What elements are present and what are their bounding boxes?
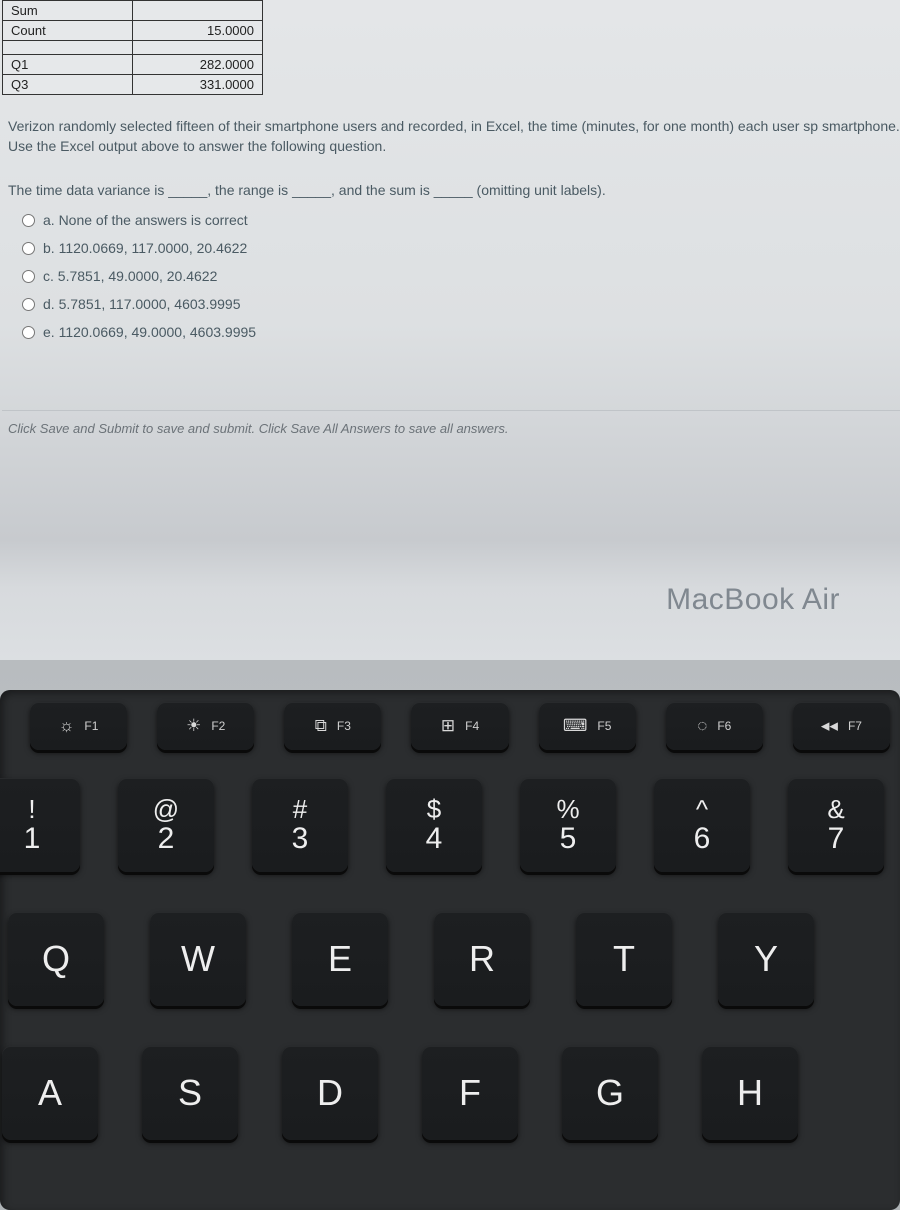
key-f1[interactable]: ☼ F1 xyxy=(30,702,127,750)
q3-label: Q3 xyxy=(3,75,133,95)
q1-value: 282.0000 xyxy=(133,55,263,75)
key-2[interactable]: @ 2 xyxy=(118,778,214,872)
key-g[interactable]: G xyxy=(562,1046,658,1140)
key-4[interactable]: $ 4 xyxy=(386,778,482,872)
key-6[interactable]: ^ 6 xyxy=(654,778,750,872)
key-r[interactable]: R xyxy=(434,912,530,1006)
radio-e[interactable] xyxy=(22,326,35,339)
quiz-content: Sum Count 15.0000 Q1 282.0000 Q3 331.000… xyxy=(2,0,900,446)
option-e-label: e. 1120.0669, 49.0000, 4603.9995 xyxy=(43,324,256,340)
option-d-label: d. 5.7851, 117.0000, 4603.9995 xyxy=(43,296,240,312)
option-d[interactable]: d. 5.7851, 117.0000, 4603.9995 xyxy=(22,296,900,312)
qwerty-row: Q W E R T Y xyxy=(8,912,890,1006)
prompt-mid1: , the range is xyxy=(207,182,292,198)
question-context: Verizon randomly selected fifteen of the… xyxy=(8,117,900,156)
radio-c[interactable] xyxy=(22,270,35,283)
option-b-label: b. 1120.0669, 117.0000, 20.4622 xyxy=(43,240,247,256)
count-label: Count xyxy=(3,21,133,41)
option-b[interactable]: b. 1120.0669, 117.0000, 20.4622 xyxy=(22,240,900,256)
prompt-mid2: , and the sum is xyxy=(331,182,434,198)
mission-control-icon: ⧉ xyxy=(315,716,327,736)
macbook-air-label: MacBook Air xyxy=(666,583,840,617)
key-f[interactable]: F xyxy=(422,1046,518,1140)
brightness-up-icon: ☀ xyxy=(186,716,201,736)
q1-label: Q1 xyxy=(3,55,133,75)
keyboard-deck: ☼ F1 ☀ F2 ⧉ F3 ⊞ F4 ⌨ F5 ◌ F6 xyxy=(0,660,900,1200)
key-w[interactable]: W xyxy=(150,912,246,1006)
excel-stats-table: Sum Count 15.0000 Q1 282.0000 Q3 331.000… xyxy=(2,0,263,95)
radio-d[interactable] xyxy=(22,298,35,311)
blank-1: _____ xyxy=(168,182,207,198)
sum-value xyxy=(133,1,263,21)
sum-label: Sum xyxy=(3,1,133,21)
option-e[interactable]: e. 1120.0669, 49.0000, 4603.9995 xyxy=(22,324,900,340)
key-t[interactable]: T xyxy=(576,912,672,1006)
key-3[interactable]: # 3 xyxy=(252,778,348,872)
prompt-pre: The time data variance is xyxy=(8,182,168,198)
question-prompt: The time data variance is _____, the ran… xyxy=(8,182,900,198)
key-f2[interactable]: ☀ F2 xyxy=(157,702,254,750)
radio-b[interactable] xyxy=(22,242,35,255)
radio-a[interactable] xyxy=(22,214,35,227)
option-a[interactable]: a. None of the answers is correct xyxy=(22,212,900,228)
key-q[interactable]: Q xyxy=(8,912,104,1006)
key-e[interactable]: E xyxy=(292,912,388,1006)
key-1[interactable]: ! 1 xyxy=(0,778,80,872)
prompt-post: (omitting unit labels). xyxy=(473,182,606,198)
key-f4[interactable]: ⊞ F4 xyxy=(411,702,508,750)
key-h[interactable]: H xyxy=(702,1046,798,1140)
key-s[interactable]: S xyxy=(142,1046,238,1140)
keyboard: ☼ F1 ☀ F2 ⧉ F3 ⊞ F4 ⌨ F5 ◌ F6 xyxy=(0,690,900,1210)
option-c[interactable]: c. 5.7851, 49.0000, 20.4622 xyxy=(22,268,900,284)
option-c-label: c. 5.7851, 49.0000, 20.4622 xyxy=(43,268,217,284)
blank-3: _____ xyxy=(434,182,473,198)
launchpad-icon: ⊞ xyxy=(441,716,455,736)
save-submit-hint: Click Save and Submit to save and submit… xyxy=(2,410,900,446)
screen-area: Sum Count 15.0000 Q1 282.0000 Q3 331.000… xyxy=(0,0,900,540)
laptop-bezel: MacBook Air xyxy=(0,540,900,660)
key-f7[interactable]: ◂◂ F7 xyxy=(793,702,890,750)
home-row: A S D F G H xyxy=(2,1046,890,1140)
key-y[interactable]: Y xyxy=(718,912,814,1006)
keyboard-brightness-up-icon: ◌ xyxy=(697,716,707,736)
blank-2: _____ xyxy=(292,182,331,198)
count-value: 15.0000 xyxy=(133,21,263,41)
key-a[interactable]: A xyxy=(2,1046,98,1140)
option-a-label: a. None of the answers is correct xyxy=(43,212,248,228)
brightness-down-icon: ☼ xyxy=(59,716,75,736)
fn-row: ☼ F1 ☀ F2 ⧉ F3 ⊞ F4 ⌨ F5 ◌ F6 xyxy=(30,702,890,750)
number-row: ! 1 @ 2 # 3 $ 4 % 5 ^ 6 xyxy=(0,778,890,872)
q3-value: 331.0000 xyxy=(133,75,263,95)
key-d[interactable]: D xyxy=(282,1046,378,1140)
key-7[interactable]: & 7 xyxy=(788,778,884,872)
key-5[interactable]: % 5 xyxy=(520,778,616,872)
rewind-icon: ◂◂ xyxy=(821,716,838,736)
keyboard-brightness-down-icon: ⌨ xyxy=(563,716,588,736)
key-f6[interactable]: ◌ F6 xyxy=(666,702,763,750)
key-f3[interactable]: ⧉ F3 xyxy=(284,702,381,750)
answer-options: a. None of the answers is correct b. 112… xyxy=(22,212,900,340)
key-f5[interactable]: ⌨ F5 xyxy=(539,702,636,750)
